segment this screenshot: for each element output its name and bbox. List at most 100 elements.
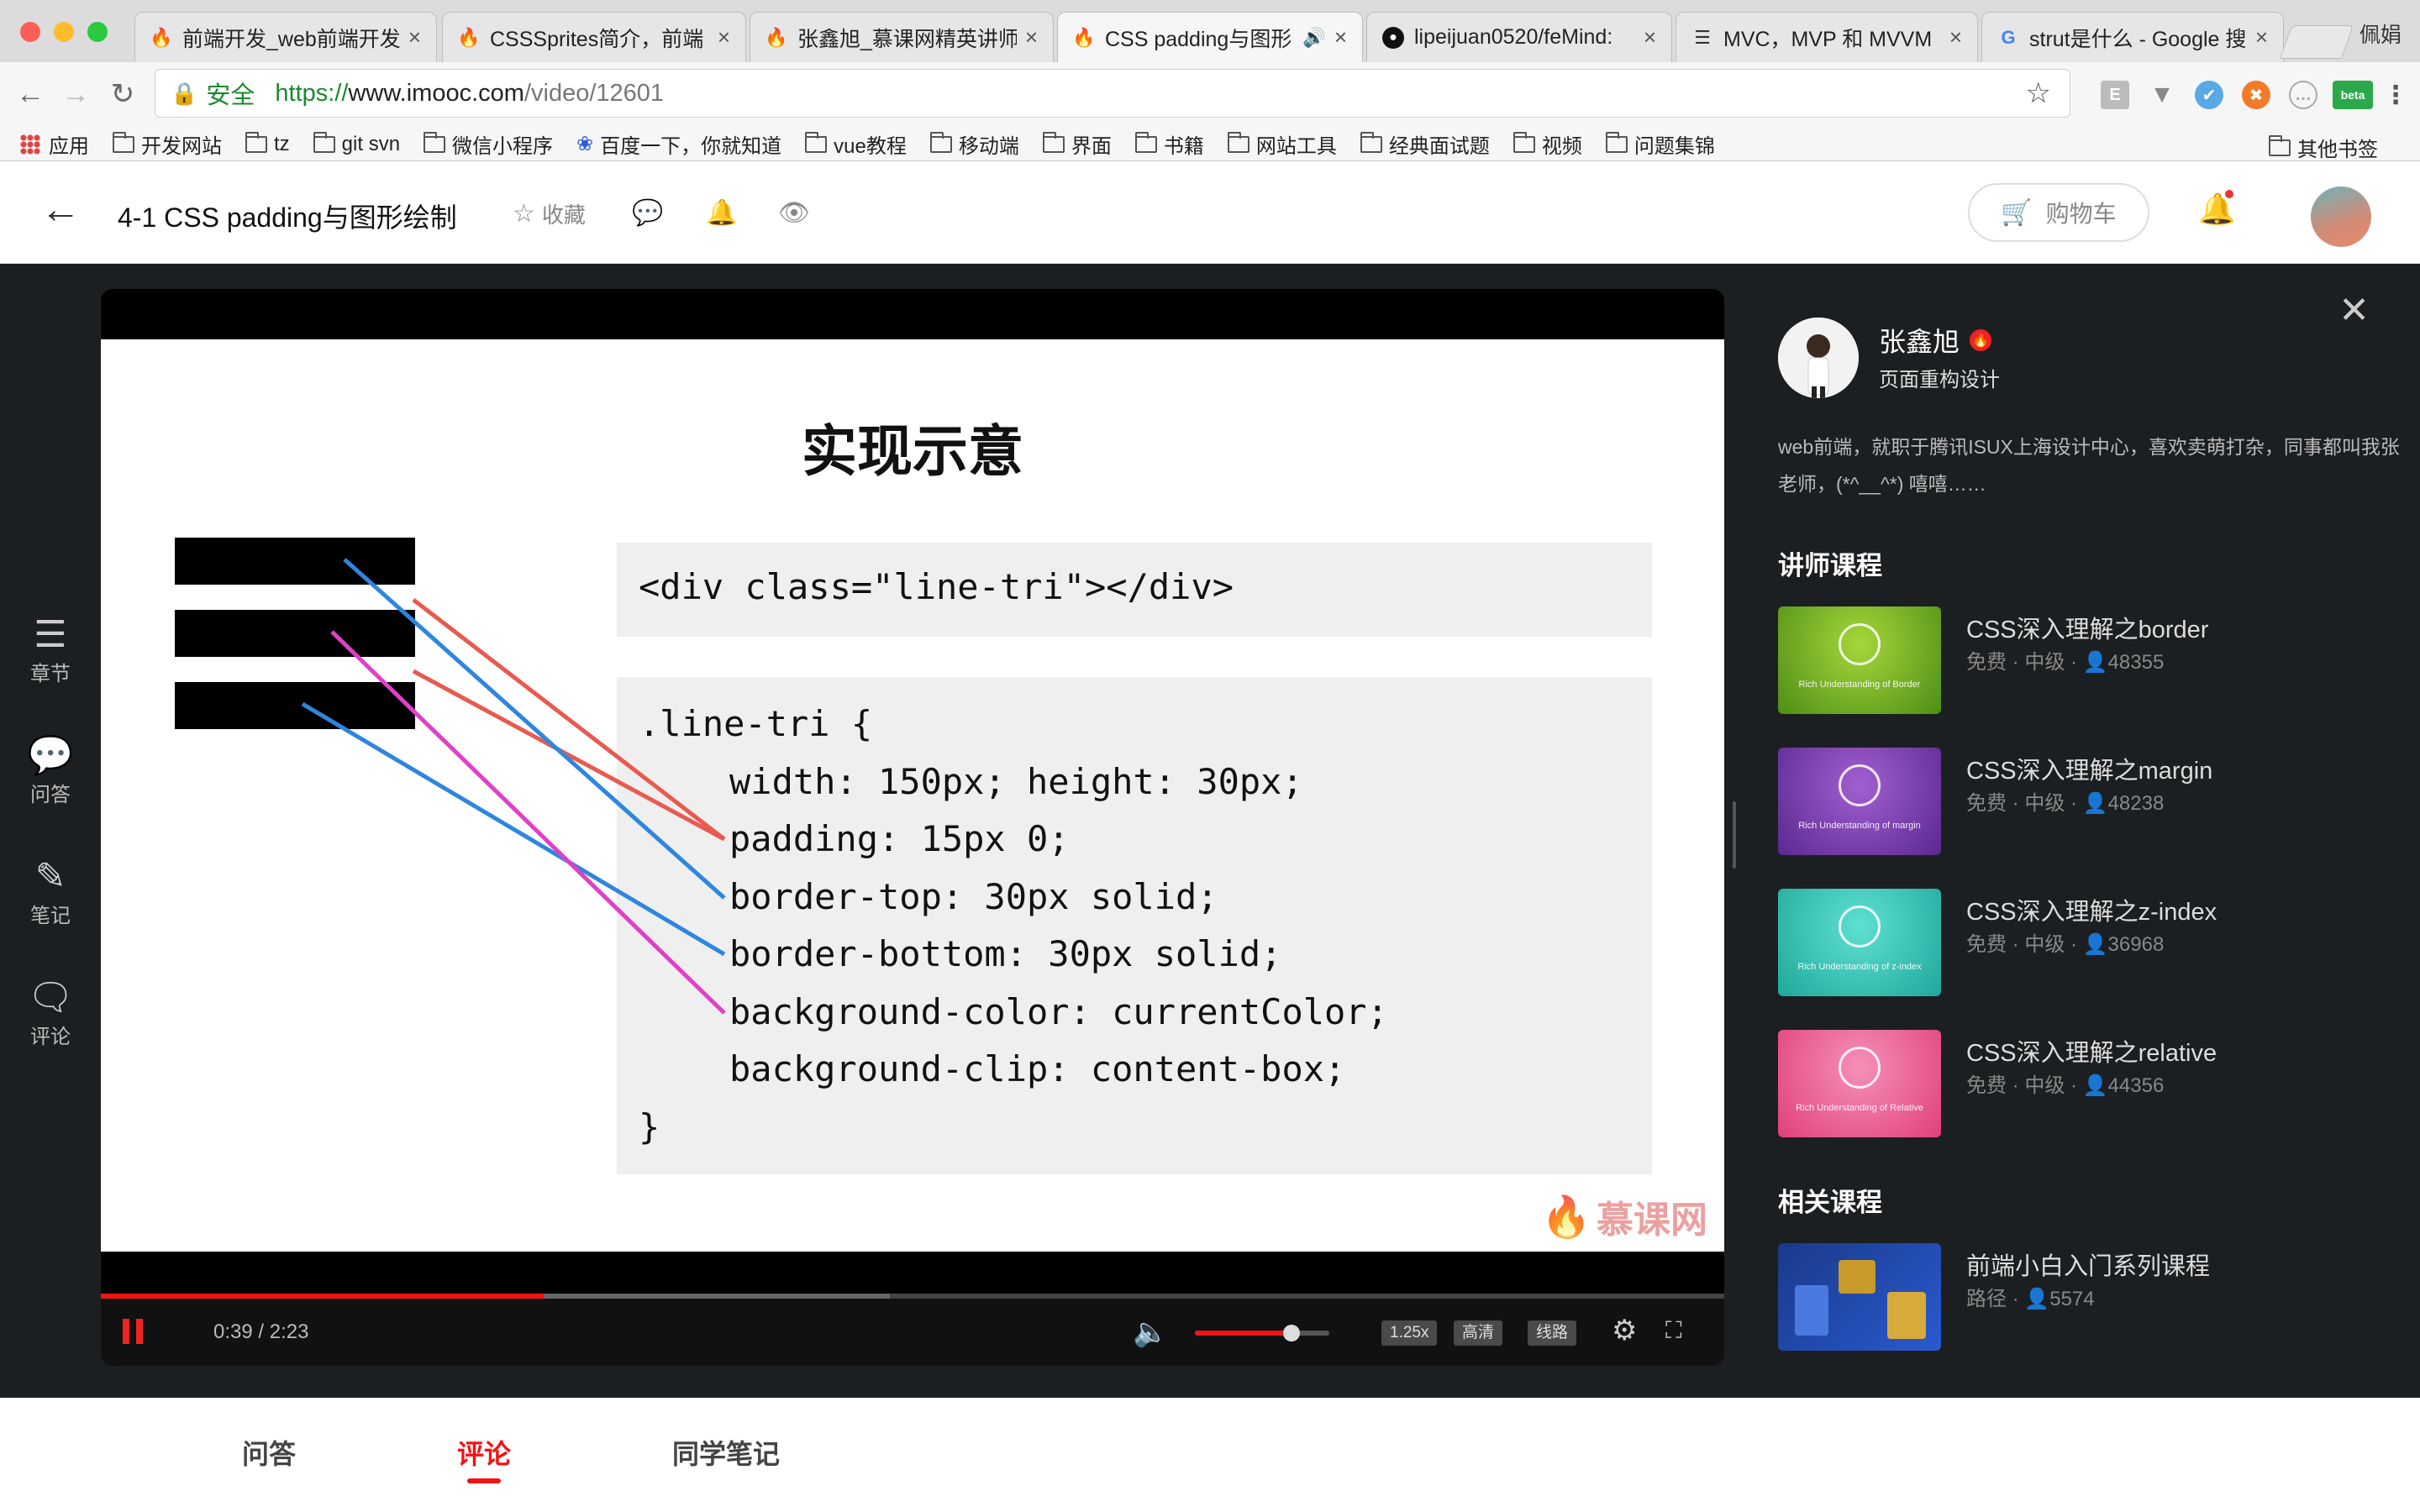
close-icon[interactable]: ✕ [2338,289,2370,332]
browser-toolbar: ← → ↻ 🔒 安全 https://www.imooc.com/video/1… [0,62,2420,128]
cart-button[interactable]: 🛒 购物车 [1968,183,2149,242]
video-player[interactable]: 实现示意 <div class="line-tri"></div> .line-… [101,289,1724,1366]
menu-icon[interactable]: ⋮ [2381,81,2410,109]
vue-devtools-icon[interactable]: ▼ [2148,81,2176,109]
weibo-share-icon[interactable]: 👁 [778,198,810,228]
security-label: 安全 [206,82,255,109]
code-line: } [639,1105,660,1147]
cart-icon: 🛒 [2001,198,2033,227]
close-icon[interactable]: × [2255,24,2268,50]
close-icon[interactable]: × [718,24,730,50]
other-bookmarks[interactable]: 其他书签 [2269,133,2378,162]
favorite-button[interactable]: ☆ 收藏 [513,198,586,229]
volume-knob[interactable] [1283,1325,1301,1341]
route-button[interactable]: 线路 [1528,1320,1577,1346]
bookmark-folder[interactable]: 开发网站 [113,129,222,159]
bookmark-folder[interactable]: 问题集锦 [1605,129,1715,159]
browser-tab[interactable]: ● lipeijuan0520/feMind: × [1366,12,1672,62]
course-title: 前端小白入门系列课程 [1966,1253,2211,1280]
browser-profile-name[interactable]: 佩娟 [2360,18,2402,49]
extension-icon[interactable]: E [2101,81,2129,109]
google-icon: G [2001,26,2016,48]
beta-extension-icon[interactable]: beta [2333,81,2373,109]
course-card[interactable]: Rich Understanding of z-index CSS深入理解之z-… [1778,889,2400,996]
bookmark-folder[interactable]: 视频 [1512,129,1582,159]
browser-tab[interactable]: 🔥 张鑫旭_慕课网精英讲师 × [750,12,1054,62]
bookmark-baidu[interactable]: ❀ 百度一下，你就知道 [576,129,781,159]
browser-tab[interactable]: 🔥 CSSSprites简介，前端 × [442,12,746,62]
rail-item-qa[interactable]: 💬 问答 [0,738,101,807]
back-button[interactable]: ← [12,76,49,113]
settings-gear-icon[interactable]: ⚙ [1612,1314,1637,1347]
new-tab-button[interactable] [2279,25,2354,59]
close-icon[interactable]: × [408,24,421,50]
code-line: background-clip: content-box; [729,1048,1346,1089]
extension-icon[interactable]: … [2289,81,2317,109]
rail-item-notes[interactable]: ✎ 笔记 [0,858,101,928]
window-close-button[interactable] [20,22,40,42]
forward-button[interactable]: → [57,76,94,113]
window-zoom-button[interactable] [87,22,108,42]
bottom-tabs: 问答 评论 同学笔记 [0,1398,2420,1512]
bookmark-folder[interactable]: vue教程 [805,129,907,159]
tab-title: MVC，MVP 和 MVVM [1723,27,1933,51]
window-minimize-button[interactable] [54,22,74,42]
pause-button[interactable] [123,1319,143,1344]
course-card[interactable]: Rich Understanding of Border CSS深入理解之bor… [1778,606,2400,714]
related-course-card[interactable]: 前端小白入门系列课程 路径 · 👤5574 [1778,1243,2400,1351]
extension-icon[interactable]: ✔ [2195,81,2223,109]
volume-icon[interactable]: 🔈 [1133,1315,1168,1349]
bookmark-folder[interactable]: 微信小程序 [424,129,553,159]
qq-share-icon[interactable]: 🔔 [706,198,737,228]
tab-title: CSS padding与图形 [1105,27,1292,51]
browser-tab-active[interactable]: 🔥 CSS padding与图形 🔊 × [1057,12,1363,62]
apps-icon [20,134,40,155]
notes-icon: ✎ [34,856,66,897]
bookmark-folder[interactable]: 界面 [1042,129,1112,159]
bookmark-folder[interactable]: 移动端 [929,129,1019,159]
tab-qa[interactable]: 问答 [242,1433,296,1472]
bookmark-apps[interactable]: 应用 [20,129,89,159]
tab-title: CSSSprites简介，前端 [490,27,704,51]
tab-classmate-notes[interactable]: 同学笔记 [672,1433,780,1472]
close-icon[interactable]: × [1025,24,1038,50]
speed-button[interactable]: 1.25x [1381,1320,1438,1346]
browser-tab[interactable]: 🔥 前端开发_web前端开发 × [134,12,437,62]
baidu-paw-icon: ❀ [576,133,594,155]
close-icon[interactable]: × [1949,24,1962,50]
imooc-watermark: 🔥 慕课网 [1541,1189,1707,1243]
active-tab-underline [467,1478,501,1483]
medal-icon [1839,1047,1881,1089]
tab-comments[interactable]: 评论 [457,1433,511,1472]
bookmark-folder[interactable]: 网站工具 [1227,129,1337,159]
teacher-name[interactable]: 张鑫旭 🔥 [1879,321,1992,360]
bookmark-star-icon[interactable]: ☆ [2026,76,2051,110]
bookmark-folder[interactable]: 经典面试题 [1360,129,1490,159]
close-icon[interactable]: × [1334,24,1347,50]
quality-button[interactable]: 高清 [1454,1320,1503,1346]
course-card[interactable]: Rich Understanding of margin CSS深入理解之mar… [1778,748,2400,855]
close-icon[interactable]: × [1644,24,1656,50]
rail-item-comments[interactable]: 🗨 评论 [0,979,101,1049]
user-avatar[interactable] [2311,186,2371,247]
fullscreen-icon[interactable]: ⛶ [1665,1317,1682,1345]
teacher-avatar[interactable] [1778,318,1859,398]
url-path: /video/12601 [523,79,665,107]
star-outline-icon: ☆ [513,200,535,228]
browser-tab[interactable]: ☰ MVC，MVP 和 MVVM × [1676,12,1978,62]
extension-icon[interactable]: ✖ [2242,81,2270,109]
rail-item-chapters[interactable]: ☰ 章节 [0,617,101,686]
panel-resize-handle[interactable] [1733,801,1736,869]
address-bar[interactable]: 🔒 安全 https://www.imooc.com/video/12601 ☆ [155,69,2070,118]
qa-icon: 💬 [27,735,74,776]
back-arrow-icon[interactable]: ← [40,186,81,233]
volume-slider[interactable] [1195,1325,1329,1341]
speaker-icon[interactable]: 🔊 [1302,27,1325,49]
browser-tab[interactable]: G strut是什么 - Google 搜 × [1981,12,2284,62]
bookmark-folder[interactable]: tz [245,131,290,156]
bookmark-folder[interactable]: git svn [313,131,400,156]
course-card[interactable]: Rich Understanding of Relative CSS深入理解之r… [1778,1030,2400,1137]
reload-button[interactable]: ↻ [104,76,141,113]
wechat-share-icon[interactable]: 💬 [632,198,663,228]
bookmark-folder[interactable]: 书籍 [1134,129,1204,159]
